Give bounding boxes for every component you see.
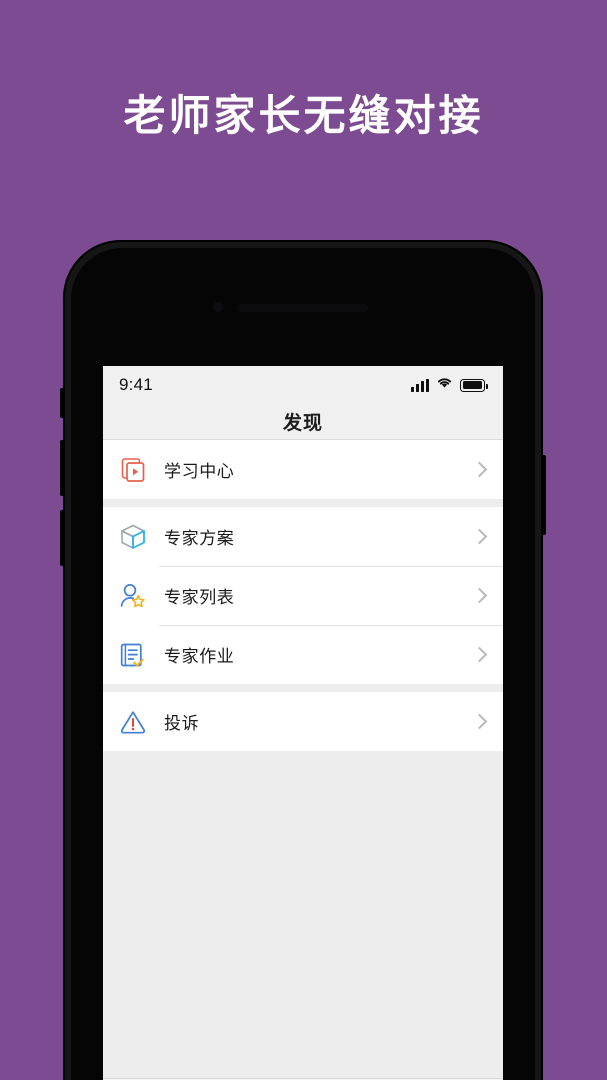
phone-screen: 9:41 发现 学习中心 专家方案 专家列表 专家作业 投诉: [103, 366, 503, 1080]
list-item-complaint[interactable]: 投诉: [103, 692, 503, 751]
warning-triangle-icon: [116, 705, 150, 739]
list-item-label: 投诉: [164, 714, 200, 733]
mute-switch-button[interactable]: [60, 388, 64, 418]
list-item-label: 专家方案: [164, 529, 235, 548]
list-item-label: 专家列表: [164, 588, 235, 607]
list-group: 学习中心: [103, 440, 503, 499]
list-item-expert-list[interactable]: 专家列表: [103, 566, 503, 625]
cellular-signal-icon: [411, 378, 429, 392]
page-title: 发现: [282, 413, 323, 434]
cube-box-icon: [116, 520, 150, 554]
navigation-bar: 发现: [103, 404, 503, 440]
document-check-icon: [116, 638, 150, 672]
volume-down-button[interactable]: [60, 510, 64, 566]
person-star-icon: [116, 579, 150, 613]
power-button[interactable]: [542, 455, 546, 535]
video-card-icon: [116, 453, 150, 487]
chevron-right-icon: [471, 713, 488, 730]
status-time: 9:41: [119, 375, 153, 394]
chevron-right-icon: [471, 646, 488, 663]
promo-headline: 老师家长无缝对接: [123, 92, 484, 139]
volume-up-button[interactable]: [60, 440, 64, 496]
status-bar: 9:41: [103, 366, 503, 404]
list-group: 投诉: [103, 692, 503, 751]
chevron-right-icon: [471, 587, 488, 604]
list-item-label: 学习中心: [164, 462, 235, 481]
list-item-expert-homework[interactable]: 专家作业: [103, 625, 503, 684]
earpiece-speaker: [238, 304, 368, 312]
battery-full-icon: [460, 378, 488, 392]
discover-list: 学习中心 专家方案 专家列表 专家作业 投诉: [103, 440, 503, 1078]
list-item-study-center[interactable]: 学习中心: [103, 440, 503, 499]
chevron-right-icon: [471, 461, 488, 478]
front-camera-icon: [213, 302, 223, 312]
chevron-right-icon: [471, 528, 488, 545]
list-group: 专家方案 专家列表 专家作业: [103, 507, 503, 684]
phone-mockup: 9:41 发现 学习中心 专家方案 专家列表 专家作业 投诉: [60, 240, 546, 1080]
wifi-icon: [436, 376, 453, 394]
list-item-label: 专家作业: [164, 647, 235, 666]
list-item-expert-plan[interactable]: 专家方案: [103, 507, 503, 566]
status-icons: [411, 376, 488, 394]
